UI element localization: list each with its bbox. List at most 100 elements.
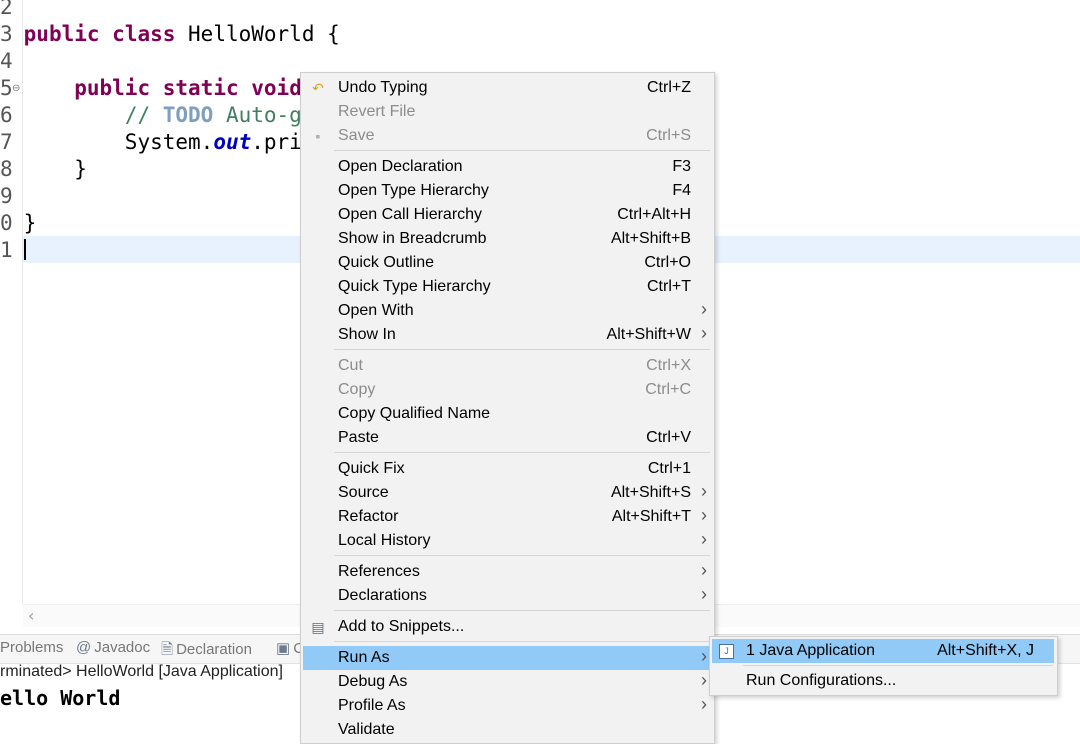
declaration-icon: 🗎: [161, 641, 174, 658]
menu-item-open-declaration[interactable]: Open Declaration F3: [303, 155, 711, 179]
menu-item-label: Local History: [338, 532, 431, 549]
menu-item-shortcut: Alt+Shift+W: [606, 326, 691, 343]
submenu-arrow-icon: ›: [701, 505, 707, 525]
code-token: class: [112, 22, 176, 46]
menu-item-references[interactable]: References ›: [303, 560, 711, 584]
menu-item-shortcut: Alt+Shift+T: [611, 508, 691, 525]
submenu-arrow-icon: ›: [701, 323, 707, 343]
submenu-item-1-java-application[interactable]: J 1 Java Application Alt+Shift+X, J: [712, 639, 1054, 663]
menu-separator: [334, 555, 710, 556]
console-status: rminated> HelloWorld [Java Application]: [0, 663, 283, 680]
menu-item-label: Profile As: [338, 697, 406, 714]
undo-icon: ↶: [312, 80, 324, 96]
snippets-icon: ▤: [311, 619, 325, 635]
line-number: 4: [0, 49, 13, 73]
fold-toggle-icon[interactable]: ⊖: [12, 75, 20, 102]
menu-item-revert-file: Revert File: [303, 100, 711, 124]
menu-item-run-as[interactable]: Run As ›: [303, 646, 711, 670]
menu-item-label: Quick Fix: [338, 460, 405, 477]
menu-item-label: References: [338, 563, 420, 580]
menu-item-source[interactable]: Source Alt+Shift+S ›: [303, 481, 711, 505]
code-line: 1: [0, 237, 24, 264]
code-line: 2: [0, 0, 24, 21]
text-caret: [24, 239, 26, 260]
submenu-arrow-icon: ›: [701, 529, 707, 549]
menu-item-shortcut: Alt+Shift+S: [610, 484, 691, 501]
console-output: ello World: [0, 686, 121, 710]
menu-item-profile-as[interactable]: Profile As ›: [303, 694, 711, 718]
code-token: System.: [23, 130, 214, 154]
code-line: 8 }: [0, 156, 87, 183]
tab-javadoc[interactable]: @ Javadoc: [76, 639, 150, 656]
menu-item-shortcut: Ctrl+T: [647, 278, 691, 295]
code-token: //: [124, 103, 163, 127]
menu-item-validate[interactable]: Validate: [303, 718, 711, 742]
code-token: void: [251, 76, 302, 100]
menu-item-label: Save: [338, 127, 375, 144]
console-icon: ▣: [276, 640, 291, 657]
menu-item-label: Validate: [338, 721, 395, 738]
menu-item-label: Declarations: [338, 587, 427, 604]
menu-item-shortcut: Ctrl+S: [646, 127, 691, 144]
menu-item-quick-outline[interactable]: Quick Outline Ctrl+O: [303, 251, 711, 275]
code-token: public: [23, 22, 100, 46]
menu-item-undo-typing[interactable]: ↶ Undo Typing Ctrl+Z: [303, 76, 711, 100]
menu-item-add-to-snippets[interactable]: ▤ Add to Snippets...: [303, 615, 711, 639]
tab-problems[interactable]: Problems: [0, 639, 63, 656]
code-line: 4: [0, 48, 24, 75]
code-token: HelloWorld {: [175, 22, 340, 46]
menu-item-quick-fix[interactable]: Quick Fix Ctrl+1: [303, 457, 711, 481]
submenu-item-run-configurations[interactable]: Run Configurations...: [712, 669, 1054, 693]
menu-item-refactor[interactable]: Refactor Alt+Shift+T ›: [303, 505, 711, 529]
menu-item-label: Run As: [338, 649, 390, 666]
line-number: 8: [0, 157, 13, 181]
submenu-arrow-icon: ›: [701, 481, 707, 501]
menu-item-cut: Cut Ctrl+X: [303, 354, 711, 378]
menu-item-local-history[interactable]: Local History ›: [303, 529, 711, 553]
menu-item-debug-as[interactable]: Debug As ›: [303, 670, 711, 694]
menu-item-label: Revert File: [338, 103, 416, 120]
menu-item-quick-type-hierarchy[interactable]: Quick Type Hierarchy Ctrl+T: [303, 275, 711, 299]
line-number: 2: [0, 0, 13, 19]
menu-item-paste[interactable]: Paste Ctrl+V: [303, 426, 711, 450]
menu-item-open-call-hierarchy[interactable]: Open Call Hierarchy Ctrl+Alt+H: [303, 203, 711, 227]
menu-item-open-type-hierarchy[interactable]: Open Type Hierarchy F4: [303, 179, 711, 203]
menu-item-declarations[interactable]: Declarations ›: [303, 584, 711, 608]
menu-item-label: Source: [338, 484, 389, 501]
scroll-left-icon[interactable]: ‹: [28, 606, 34, 625]
code-line: 9: [0, 183, 24, 210]
menu-item-label: Refactor: [338, 508, 399, 525]
menu-item-show-in-breadcrumb[interactable]: Show in Breadcrumb Alt+Shift+B: [303, 227, 711, 251]
menu-separator: [334, 641, 710, 642]
line-number: 3: [0, 22, 13, 46]
menu-item-shortcut: F3: [672, 158, 691, 175]
tab-declaration[interactable]: 🗎 Declaration: [161, 639, 252, 664]
line-number: 0: [0, 211, 13, 235]
menu-item-shortcut: Ctrl+O: [644, 254, 691, 271]
menu-item-label: Quick Outline: [338, 254, 435, 271]
menu-item-shortcut: Alt+Shift+B: [610, 230, 691, 247]
code-token: static: [162, 76, 239, 100]
submenu-item-label: Run Configurations...: [746, 672, 897, 689]
menu-separator: [334, 452, 710, 453]
menu-item-copy-qualified-name[interactable]: Copy Qualified Name: [303, 402, 711, 426]
menu-item-shortcut: Ctrl+C: [645, 381, 691, 398]
menu-item-open-with[interactable]: Open With ›: [303, 299, 711, 323]
menu-item-copy: Copy Ctrl+C: [303, 378, 711, 402]
code-line: 0 }: [0, 210, 36, 237]
menu-item-shortcut: Ctrl+Alt+H: [617, 206, 691, 223]
code-token: .pri: [251, 130, 302, 154]
menu-separator: [334, 610, 710, 611]
submenu-item-label: 1 Java Application: [746, 642, 875, 659]
code-line: 3 public class HelloWorld {: [0, 21, 340, 48]
code-token: public: [74, 76, 151, 100]
menu-item-shortcut: F4: [672, 182, 691, 199]
javadoc-icon: @: [76, 639, 92, 656]
menu-separator: [334, 349, 710, 350]
menu-item-label: Open Call Hierarchy: [338, 206, 483, 223]
menu-item-show-in[interactable]: Show In Alt+Shift+W ›: [303, 323, 711, 347]
